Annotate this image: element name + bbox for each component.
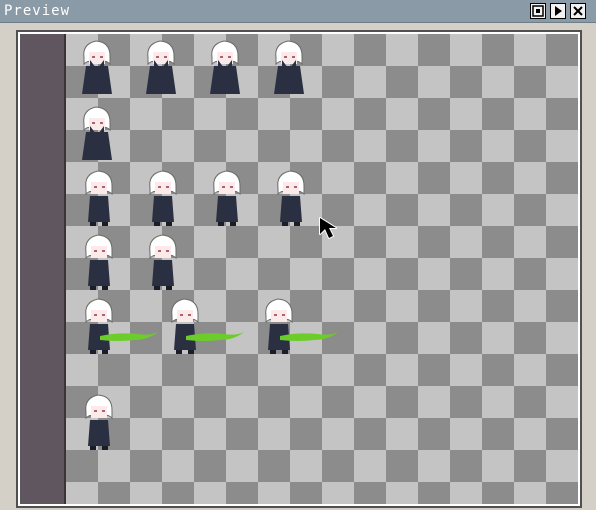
close-button[interactable] (570, 3, 586, 19)
sprite-frame (78, 392, 122, 452)
arrow-cursor-icon (319, 217, 337, 239)
sprite-frame (206, 168, 250, 228)
preview-canvas[interactable] (66, 34, 578, 504)
sprite-frame (258, 296, 346, 356)
title-bar[interactable]: Preview (0, 0, 596, 23)
grid-menu-icon (532, 5, 544, 17)
sprite-frame (78, 168, 122, 228)
play-icon (555, 6, 562, 16)
preview-window: Preview (0, 0, 596, 510)
sprite-frame (142, 232, 186, 292)
sprite-frame (204, 38, 248, 98)
sprite-frame (270, 168, 314, 228)
play-button[interactable] (550, 3, 566, 19)
sprite-frame (78, 296, 166, 356)
sprite-sheet (66, 34, 578, 504)
sprite-frame (268, 38, 312, 98)
preview-side-panel (20, 34, 66, 504)
sprite-frame (164, 296, 252, 356)
menu-button[interactable] (530, 3, 546, 19)
window-title: Preview (4, 3, 71, 19)
sprite-frame (140, 38, 184, 98)
sprite-frame (76, 104, 120, 164)
close-icon (573, 6, 583, 16)
sprite-frame (76, 38, 120, 98)
sprite-frame (78, 232, 122, 292)
sprite-frame (142, 168, 186, 228)
